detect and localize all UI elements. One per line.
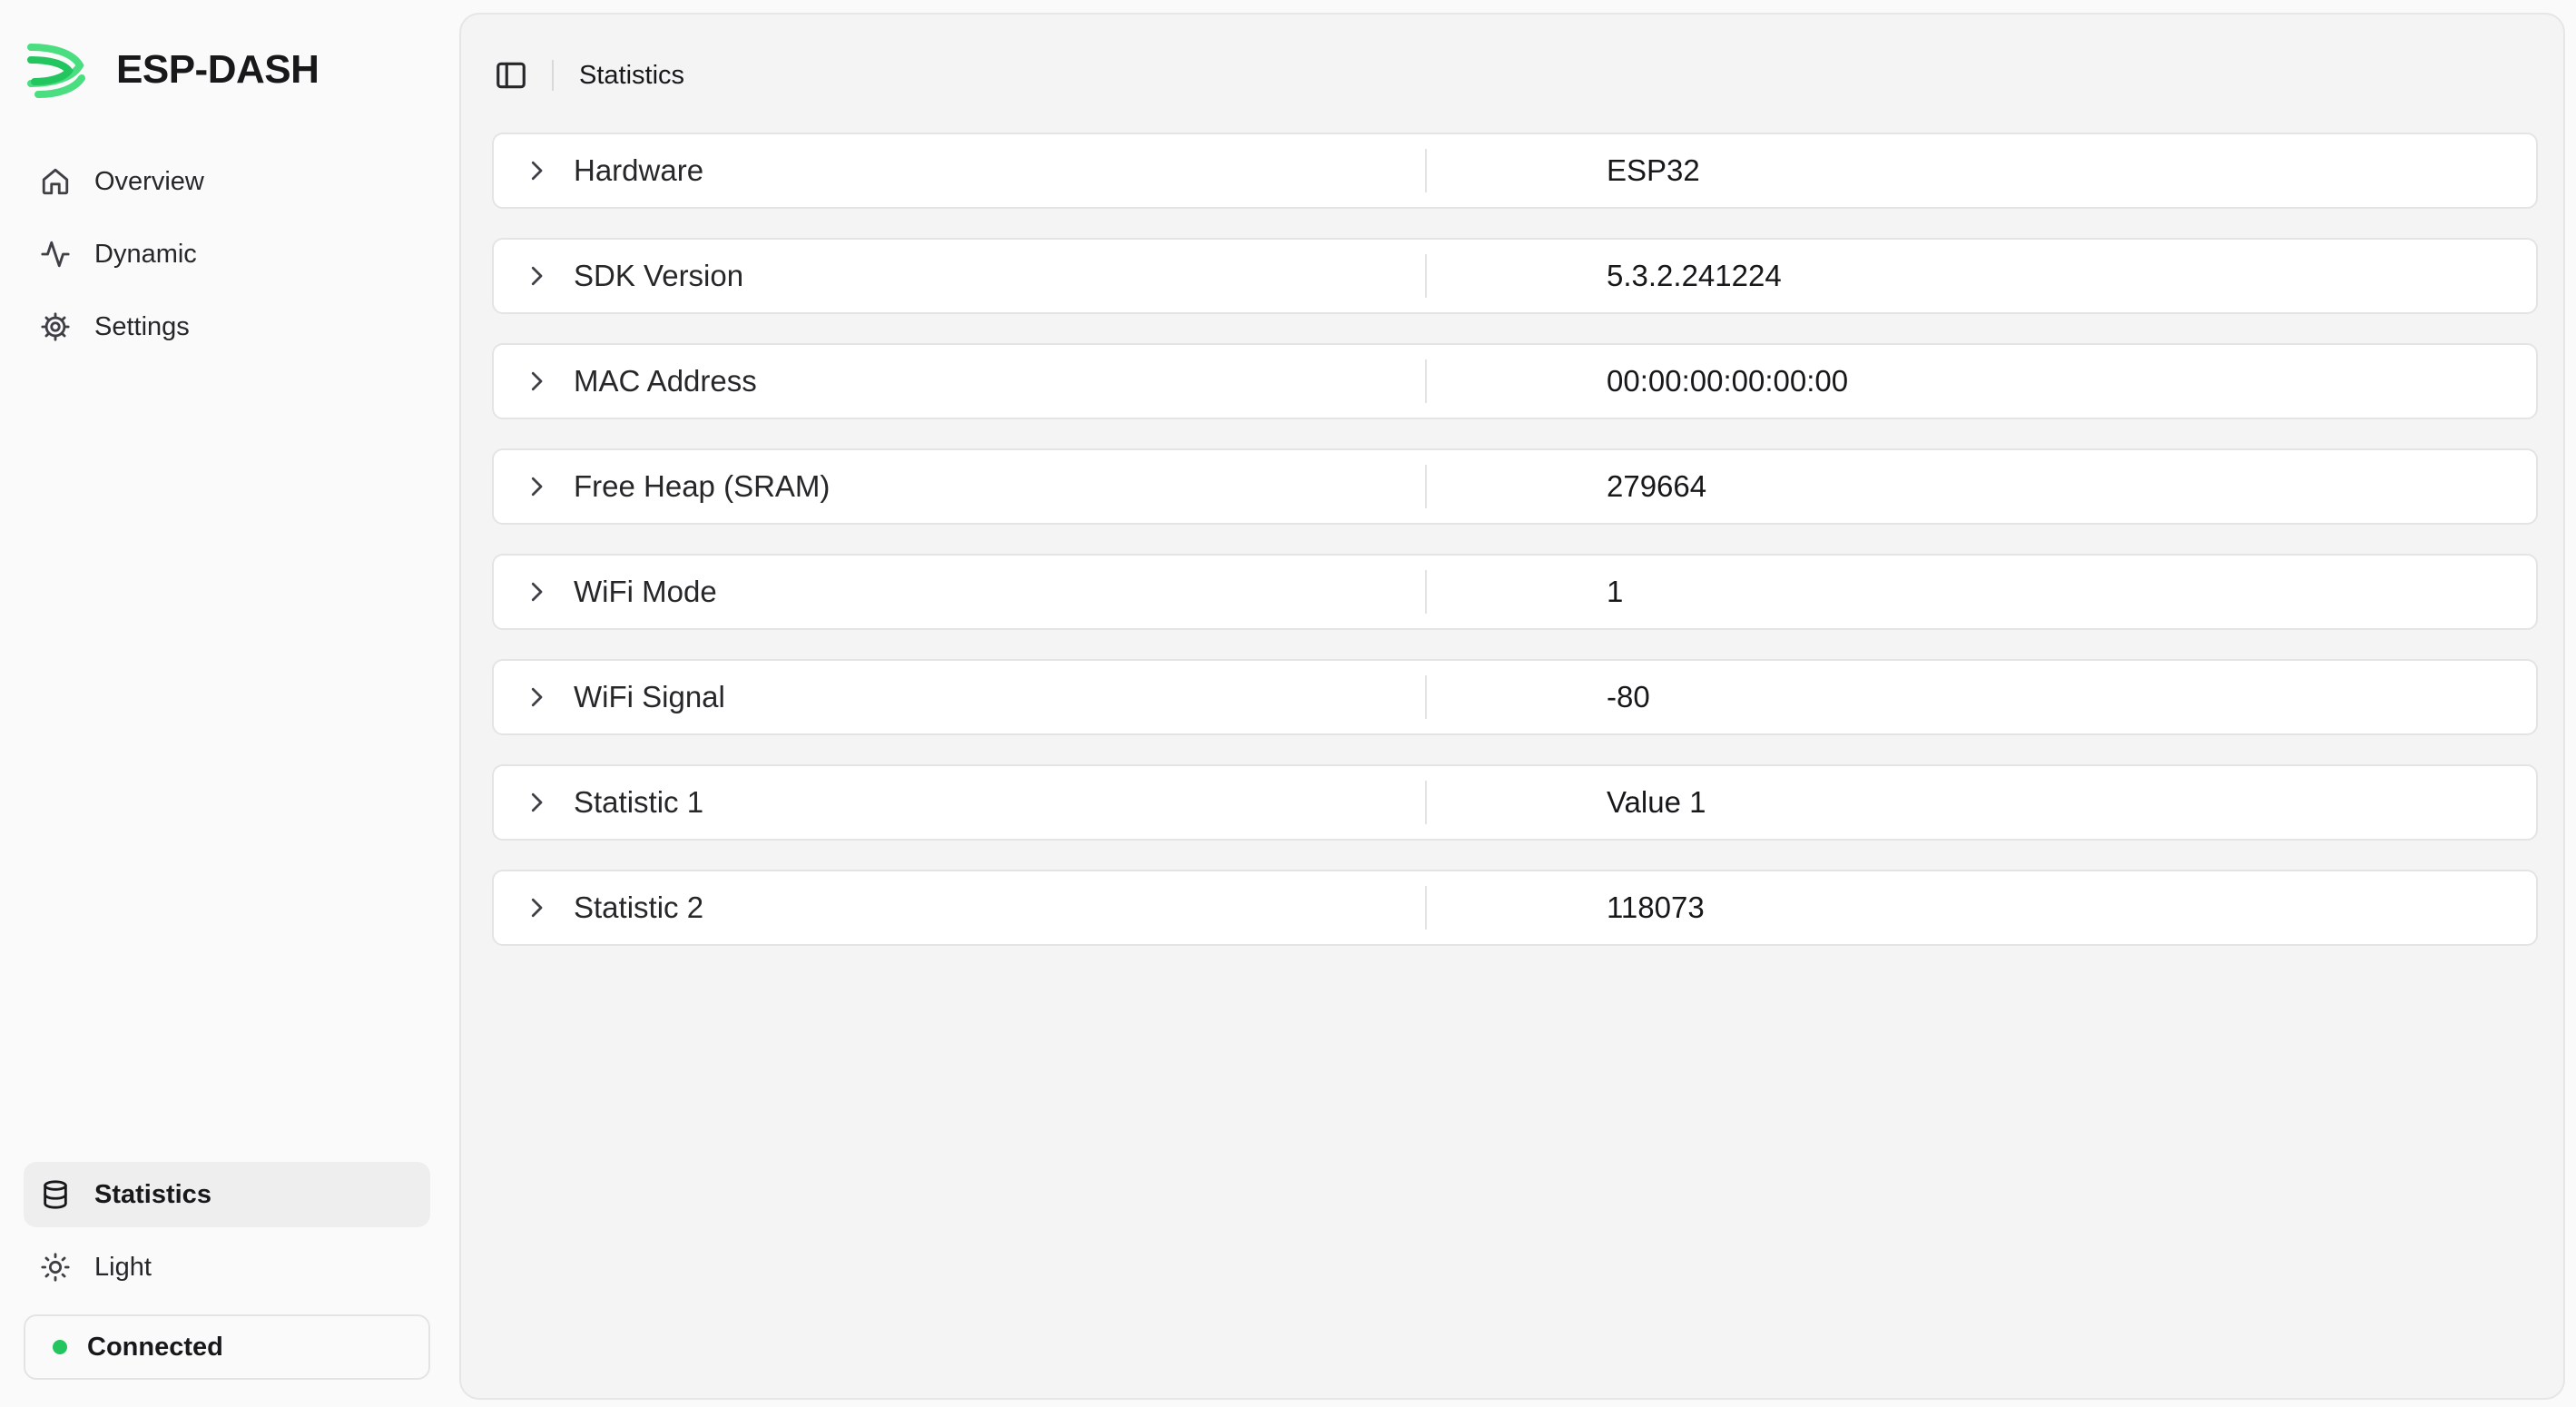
chevron-right-icon [531, 582, 543, 602]
header-divider [552, 60, 554, 91]
status-label: Connected [87, 1332, 223, 1362]
sidebar-item-statistics[interactable]: Statistics [24, 1162, 430, 1227]
statistic-label: Statistic 1 [574, 785, 704, 819]
sidebar: ESP-DASH Overview Dynamic Settings Stati… [0, 0, 459, 1407]
sidebar-item-label: Overview [94, 166, 204, 196]
statistic-row[interactable]: Statistic 1 Value 1 [492, 764, 2538, 841]
statistic-label: Hardware [574, 153, 704, 187]
statistic-value: 118073 [1607, 890, 1705, 924]
sidebar-item-label: Statistics [94, 1179, 211, 1209]
statistic-row[interactable]: SDK Version 5.3.2.241224 [492, 238, 2538, 314]
chevron-right-icon [531, 792, 543, 812]
sun-icon [41, 1253, 70, 1282]
brand[interactable]: ESP-DASH [25, 42, 320, 98]
statistic-label: WiFi Signal [574, 680, 725, 713]
sidebar-nav: Overview Dynamic Settings [24, 149, 430, 367]
statistic-row[interactable]: WiFi Signal -80 [492, 659, 2538, 735]
row-divider [1425, 675, 1427, 719]
activity-icon [41, 241, 70, 268]
row-divider [1425, 254, 1427, 298]
statistic-label: SDK Version [574, 259, 744, 292]
statistic-label: WiFi Mode [574, 575, 717, 608]
main-panel: Statistics Hardware ESP32 SDK Version 5.… [459, 13, 2565, 1400]
statistic-row[interactable]: MAC Address 00:00:00:00:00:00 [492, 343, 2538, 419]
theme-label: Light [94, 1252, 152, 1282]
esp-dash-logo-icon [27, 44, 85, 98]
statistics-list: Hardware ESP32 SDK Version 5.3.2.241224 … [492, 133, 2538, 975]
chevron-right-icon [531, 266, 543, 286]
statistic-row[interactable]: Free Heap (SRAM) 279664 [492, 448, 2538, 525]
theme-toggle[interactable]: Light [24, 1235, 430, 1300]
chevron-right-icon [531, 898, 543, 918]
statistic-label: MAC Address [574, 364, 757, 398]
statistic-label: Statistic 2 [574, 890, 704, 924]
header: Statistics [494, 51, 684, 100]
row-divider [1425, 570, 1427, 614]
chevron-right-icon [531, 161, 543, 181]
row-divider [1425, 359, 1427, 403]
chevron-right-icon [531, 477, 543, 497]
page-title: Statistics [579, 60, 685, 90]
chevron-right-icon [531, 371, 543, 391]
connection-status: Connected [24, 1314, 430, 1380]
row-divider [1425, 886, 1427, 930]
statistic-row[interactable]: WiFi Mode 1 [492, 554, 2538, 630]
sidebar-footer: Statistics Light Connected [24, 1162, 430, 1380]
sidebar-item-dynamic[interactable]: Dynamic [24, 221, 430, 287]
row-divider [1425, 781, 1427, 824]
statistic-label: Free Heap (SRAM) [574, 469, 831, 503]
statistic-value: 5.3.2.241224 [1607, 259, 1782, 292]
sidebar-item-label: Settings [94, 311, 190, 341]
sidebar-item-settings[interactable]: Settings [24, 294, 430, 359]
statistic-value: Value 1 [1607, 785, 1706, 819]
statistic-row[interactable]: Statistic 2 118073 [492, 870, 2538, 946]
status-dot-icon [53, 1340, 67, 1354]
database-icon [44, 1180, 67, 1209]
home-icon [42, 168, 69, 195]
statistic-value: 00:00:00:00:00:00 [1607, 364, 1849, 398]
sidebar-toggle-icon[interactable] [494, 58, 528, 93]
statistic-value: 279664 [1607, 469, 1707, 503]
chevron-right-icon [531, 687, 543, 707]
app-name: ESP-DASH [116, 47, 320, 92]
statistic-row[interactable]: Hardware ESP32 [492, 133, 2538, 209]
statistic-value: ESP32 [1607, 153, 1700, 187]
sidebar-item-label: Dynamic [94, 239, 197, 269]
row-divider [1425, 465, 1427, 508]
statistic-value: 1 [1607, 575, 1624, 608]
row-divider [1425, 149, 1427, 192]
statistic-value: -80 [1607, 680, 1650, 713]
gear-icon [41, 312, 70, 341]
sidebar-item-overview[interactable]: Overview [24, 149, 430, 214]
